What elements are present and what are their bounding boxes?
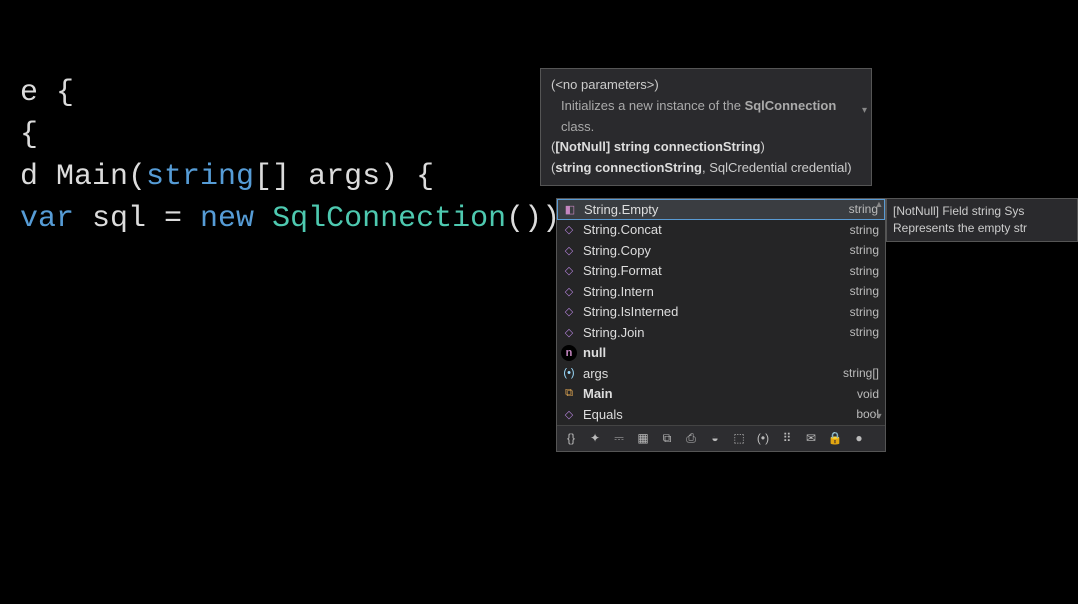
method-icon: ◇	[561, 222, 577, 238]
completion-filter-toolbar[interactable]: {} ✦ ⎓ ▦ ⧉ ⎙ ◒ ⬚ (•) ⠿ ✉ 🔒 ●	[557, 425, 885, 451]
code-text: []	[254, 160, 308, 194]
completion-scrollbar[interactable]: ▲ ▼	[872, 199, 886, 425]
null-icon[interactable]: ●	[851, 430, 867, 446]
var-icon: (•)	[561, 365, 577, 381]
scroll-down-icon[interactable]: ▼	[872, 411, 886, 425]
completion-item-label: String.Copy	[583, 243, 844, 258]
param-current: string connectionString	[555, 160, 702, 175]
code-text: =	[164, 202, 200, 236]
completion-item-label: String.Concat	[583, 222, 844, 237]
lock-icon[interactable]: 🔒	[827, 430, 843, 446]
scroll-up-icon[interactable]: ▲	[872, 199, 886, 213]
param-name: args	[308, 160, 380, 194]
keyword-string: string	[146, 160, 254, 194]
completion-item[interactable]: (•)argsstring[]	[557, 363, 885, 384]
method-icon: ◇	[561, 242, 577, 258]
group-icon[interactable]: ⠿	[779, 430, 795, 446]
completion-item[interactable]: ◇Equalsbool	[557, 404, 885, 425]
braces-icon[interactable]: {}	[563, 430, 579, 446]
method-name: Main	[56, 160, 128, 194]
prop-icon: ◧	[562, 201, 578, 217]
method-icon: ◇	[561, 324, 577, 340]
completion-item-label: String.Intern	[583, 284, 844, 299]
completion-item-label: args	[583, 366, 837, 381]
completion-item[interactable]: ◇String.Formatstring	[557, 261, 885, 282]
completion-item-label: String.Join	[583, 325, 844, 340]
grid-icon[interactable]: ▦	[635, 430, 651, 446]
chevron-down-icon[interactable]: ▾	[862, 105, 867, 116]
cube-icon[interactable]: ⬚	[731, 430, 747, 446]
code-text: {	[20, 118, 38, 152]
printer-icon[interactable]: ⎙	[683, 430, 699, 446]
completion-item[interactable]: ⧉Mainvoid	[557, 384, 885, 405]
doc-line: [NotNull] Field string Sys	[893, 203, 1071, 220]
class-icon: ⧉	[561, 386, 577, 402]
stack-icon[interactable]: ⧉	[659, 430, 675, 446]
null-icon: n	[561, 345, 577, 361]
param-overload-1-desc: Initializes a new instance of the SqlCon…	[551, 96, 861, 138]
completion-item[interactable]: ◇String.Concatstring	[557, 220, 885, 241]
keyword-var: var	[20, 202, 92, 236]
param-overload-2: ([NotNull] string connectionString)	[551, 137, 861, 158]
param-desc-text: class.	[561, 119, 594, 134]
completion-list[interactable]: ◧String.Emptystring◇String.Concatstring◇…	[557, 199, 885, 425]
code-text: e {	[20, 76, 74, 110]
code-text: ) {	[380, 160, 434, 194]
param-overload-1: (<no parameters>)	[551, 75, 861, 96]
param-icon[interactable]: (•)	[755, 430, 771, 446]
code-text: d	[20, 160, 56, 194]
param-current: [NotNull] string connectionString	[555, 139, 760, 154]
completion-doc-tooltip: [NotNull] Field string Sys Represents th…	[886, 198, 1078, 242]
link-icon[interactable]: ⎓	[611, 430, 627, 446]
completion-item[interactable]: ◇String.Internstring	[557, 281, 885, 302]
param-desc-class: SqlConnection	[745, 98, 837, 113]
completion-item[interactable]: nnull	[557, 343, 885, 364]
parameter-info-tooltip: (<no parameters>) Initializes a new inst…	[540, 68, 872, 186]
completion-item[interactable]: ◇String.IsInternedstring	[557, 302, 885, 323]
code-text: (	[128, 160, 146, 194]
completion-item[interactable]: ◇String.Joinstring	[557, 322, 885, 343]
completion-item-label: String.Format	[583, 263, 844, 278]
completion-item-label: Equals	[583, 407, 850, 422]
completion-item-label: String.IsInterned	[583, 304, 844, 319]
method-icon: ◇	[561, 263, 577, 279]
completion-item[interactable]: ◇String.Copystring	[557, 240, 885, 261]
doc-line: Represents the empty str	[893, 220, 1071, 237]
method-icon: ◇	[561, 283, 577, 299]
completion-item-label: null	[583, 345, 873, 360]
keyword-new: new	[200, 202, 272, 236]
param-text: )	[760, 139, 764, 154]
completion-item-label: Main	[583, 386, 851, 401]
var-name: sql	[92, 202, 164, 236]
method-icon: ◇	[561, 406, 577, 422]
completion-item-label: String.Empty	[584, 202, 843, 217]
completion-popup[interactable]: ◧String.Emptystring◇String.Concatstring◇…	[556, 198, 886, 452]
star-icon[interactable]: ✦	[587, 430, 603, 446]
param-overload-3: (string connectionString, SqlCredential …	[551, 158, 861, 179]
type-name: SqlConnection	[272, 202, 506, 236]
completion-item[interactable]: ◧String.Emptystring	[557, 199, 885, 220]
method-icon: ◇	[561, 304, 577, 320]
db-icon[interactable]: ◒	[707, 430, 723, 446]
param-desc-text: Initializes a new instance of the	[561, 98, 745, 113]
mail-icon[interactable]: ✉	[803, 430, 819, 446]
param-text: , SqlCredential credential)	[702, 160, 852, 175]
code-text: ())	[506, 202, 560, 236]
